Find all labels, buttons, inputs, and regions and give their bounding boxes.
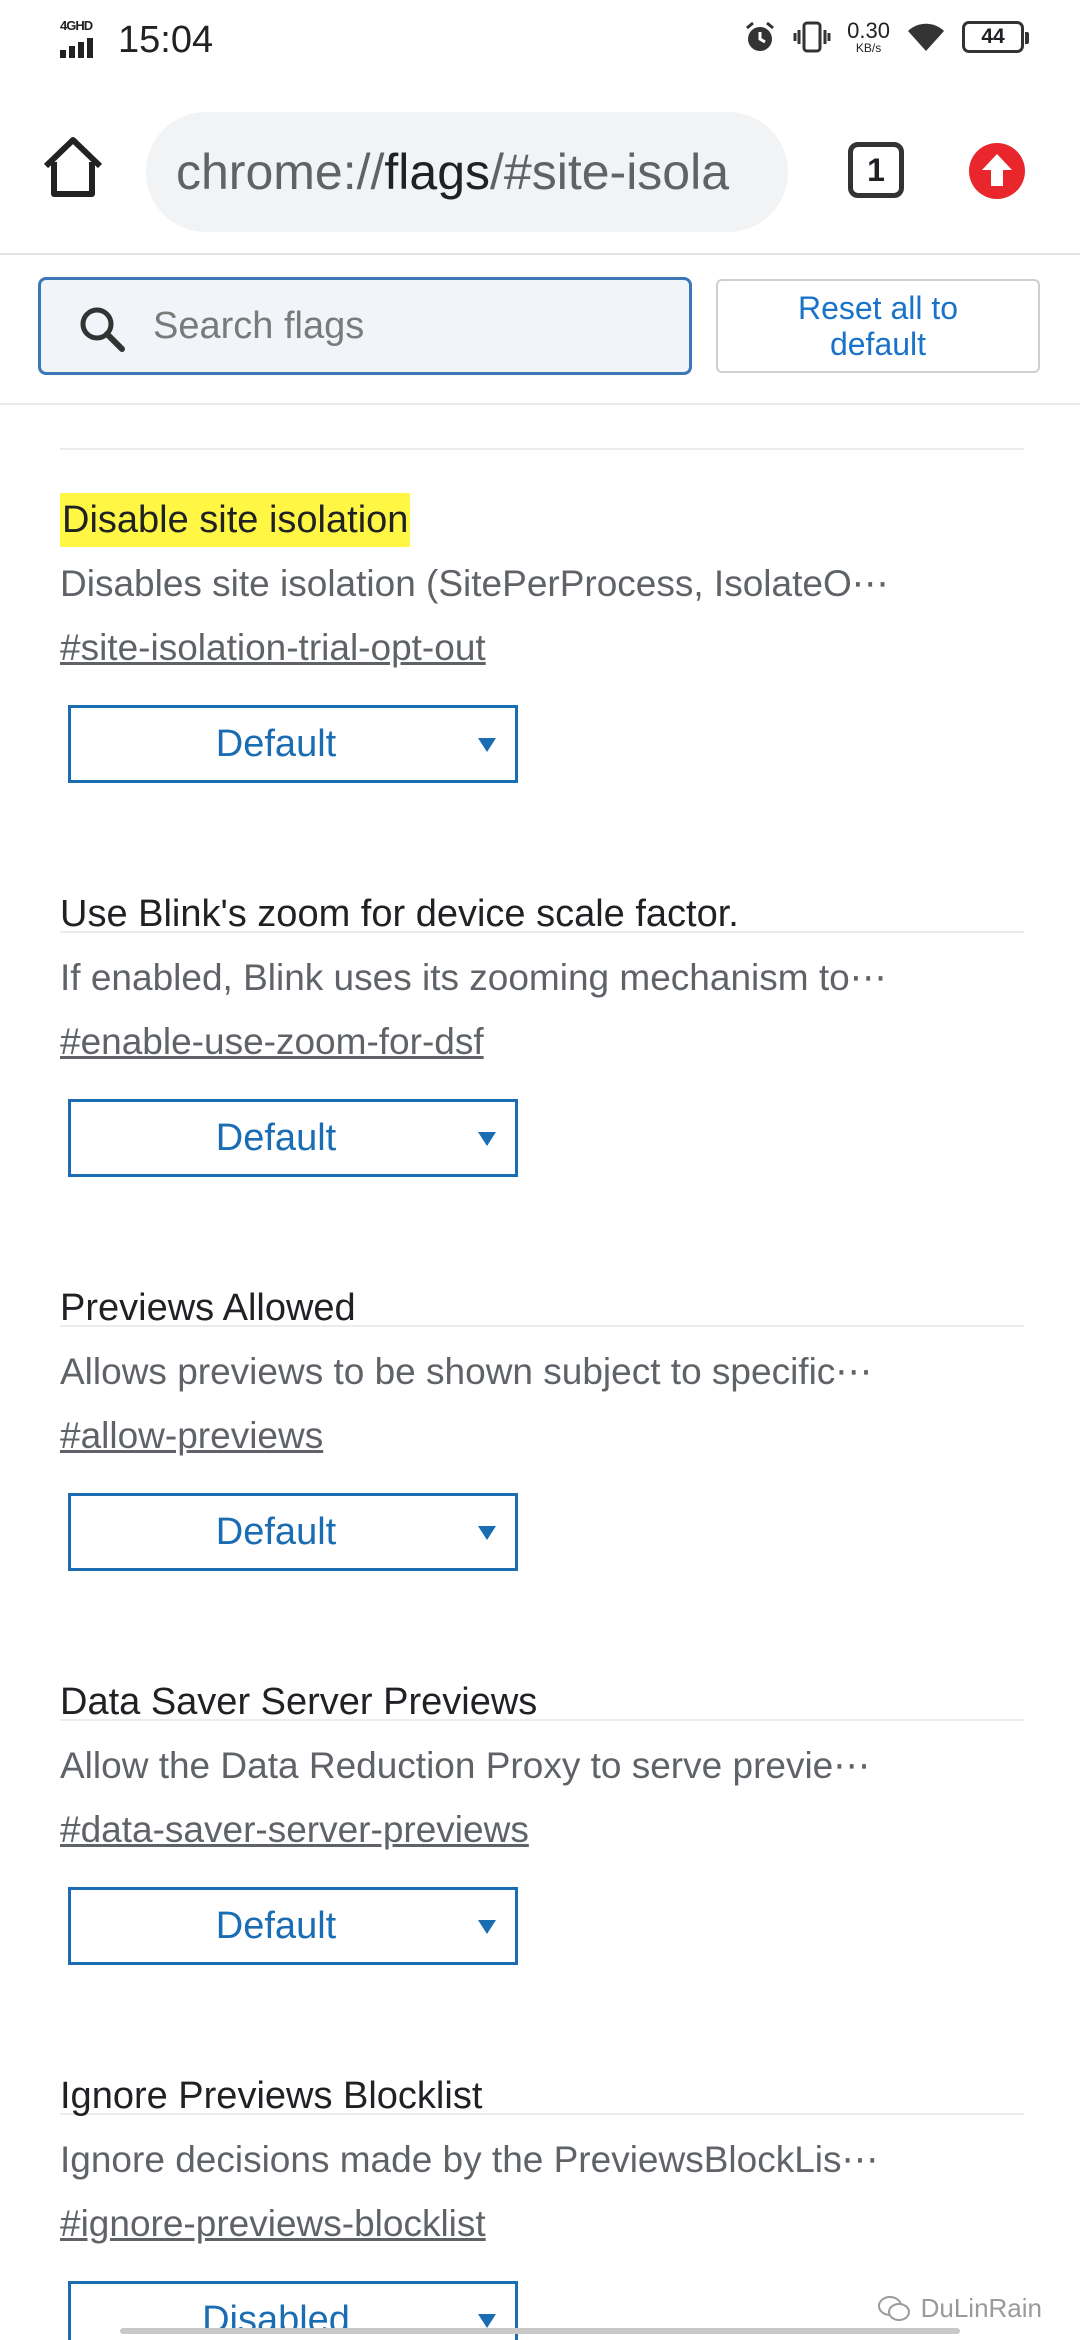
battery-icon: 44 <box>962 21 1029 53</box>
status-bar: 4GHD 15:04 0.30 KB/s 44 <box>0 0 1080 90</box>
alarm-icon <box>746 21 775 51</box>
wifi-icon <box>908 23 944 51</box>
flag-item: Disable site isolation Disables site iso… <box>60 493 1024 933</box>
url-text[interactable]: chrome://flags/#site-isola <box>176 112 729 232</box>
flag-link[interactable]: #ignore-previews-blocklist <box>60 2197 486 2251</box>
flag-description[interactable]: Allows previews to be shown subject to s… <box>60 1345 1024 1399</box>
flag-select[interactable]: Default <box>68 1099 518 1177</box>
flag-item: Use Blink's zoom for device scale factor… <box>60 887 1024 1327</box>
search-box[interactable] <box>38 277 692 375</box>
dropdown-arrow-icon <box>478 1132 496 1146</box>
reset-all-button[interactable]: Reset all to default <box>716 279 1040 373</box>
battery-level: 44 <box>981 25 1005 48</box>
clock: 15:04 <box>118 18 214 61</box>
network-speed: 0.30 KB/s <box>847 18 890 55</box>
reset-label-line1: Reset all to <box>797 290 959 326</box>
flag-title: Use Blink's zoom for device scale factor… <box>60 893 739 935</box>
flag-select[interactable]: Default <box>68 1887 518 1965</box>
search-icon <box>80 307 125 352</box>
flags-search-row: Reset all todefault <box>0 255 1080 405</box>
flag-select[interactable]: Default <box>68 705 518 783</box>
flag-item: Previews Allowed Allows previews to be s… <box>60 1281 1024 1721</box>
flags-list: Disable site isolation Disables site iso… <box>0 405 1080 2340</box>
flag-link[interactable]: #allow-previews <box>60 1409 323 1463</box>
flag-description[interactable]: Allow the Data Reduction Proxy to serve … <box>60 1739 1024 1793</box>
vibrate-icon <box>793 21 831 53</box>
flag-title: Previews Allowed <box>60 1287 356 1329</box>
dropdown-arrow-icon <box>478 738 496 752</box>
signal-icon: 4GHD <box>60 18 104 62</box>
tab-switcher-button[interactable]: 1 <box>848 142 904 198</box>
dropdown-arrow-icon <box>478 1526 496 1540</box>
flag-select-value: Default <box>215 1116 337 1159</box>
tab-count: 1 <box>867 151 885 188</box>
wechat-icon <box>877 2295 910 2321</box>
search-input[interactable] <box>153 280 673 372</box>
flag-link[interactable]: #site-isolation-trial-opt-out <box>60 621 486 675</box>
watermark-text: DuLinRain <box>920 2293 1042 2323</box>
flag-select-value: Default <box>215 722 337 765</box>
address-bar[interactable]: chrome://flags/#site-isola <box>146 112 788 232</box>
flag-description[interactable]: Ignore decisions made by the PreviewsBlo… <box>60 2133 1024 2187</box>
flag-description[interactable]: Disables site isolation (SitePerProcess,… <box>60 557 1024 611</box>
navigation-gesture-bar[interactable] <box>120 2328 960 2334</box>
flag-title: Data Saver Server Previews <box>60 1681 538 1723</box>
flag-link[interactable]: #data-saver-server-previews <box>60 1803 529 1857</box>
dropdown-arrow-icon <box>478 1920 496 1934</box>
flag-select-value: Default <box>215 1904 337 1947</box>
browser-toolbar: chrome://flags/#site-isola 1 <box>0 90 1080 255</box>
home-icon[interactable] <box>38 132 108 202</box>
network-type: 4GHD <box>60 18 93 33</box>
update-icon[interactable] <box>968 142 1026 200</box>
flag-item: Data Saver Server Previews Allow the Dat… <box>60 1675 1024 2115</box>
flag-description[interactable]: If enabled, Blink uses its zooming mecha… <box>60 951 1024 1005</box>
flag-select-value: Default <box>215 1510 337 1553</box>
watermark: DuLinRain <box>877 2293 1042 2324</box>
flag-link[interactable]: #enable-use-zoom-for-dsf <box>60 1015 484 1069</box>
flag-title: Ignore Previews Blocklist <box>60 2075 483 2117</box>
reset-label-line2: default <box>829 326 927 362</box>
flag-title: Disable site isolation <box>60 493 411 547</box>
divider <box>60 448 1024 450</box>
flag-select[interactable]: Default <box>68 1493 518 1571</box>
